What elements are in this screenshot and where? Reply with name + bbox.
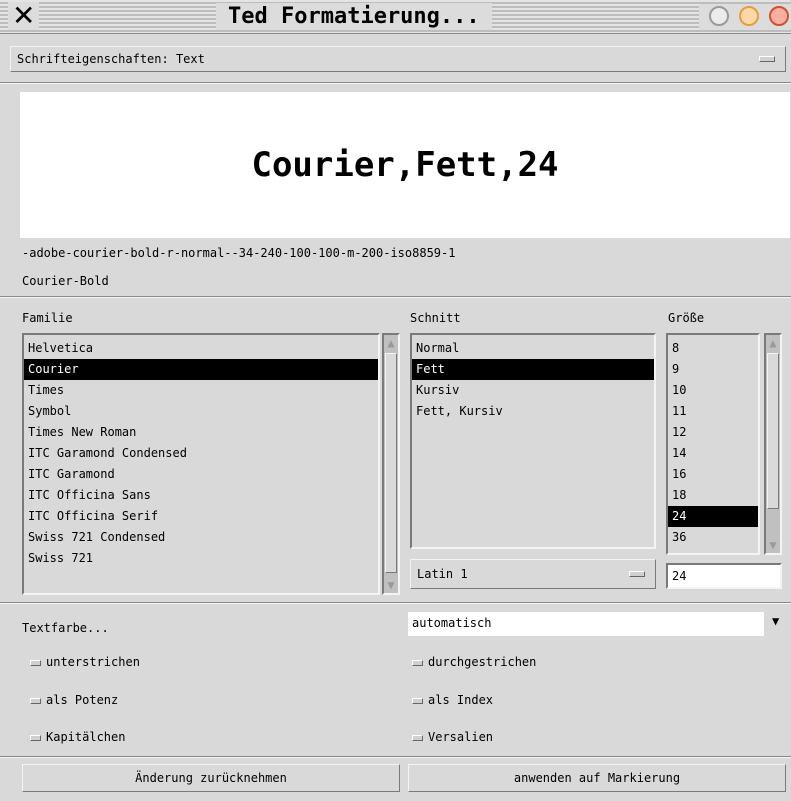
minimize-icon[interactable] (709, 6, 729, 26)
revert-button[interactable]: Änderung zurücknehmen (22, 764, 400, 792)
scroll-down-icon[interactable]: ▼ (766, 537, 780, 553)
size-list[interactable]: 8 9 10 11 12 14 16 18 24 36 (666, 333, 760, 555)
separator (0, 602, 791, 604)
close-icon[interactable] (769, 6, 789, 26)
separator (0, 756, 791, 758)
xlfd-name: -adobe-courier-bold-r-normal--34-240-100… (22, 246, 456, 260)
checkbox-label: als Potenz (46, 693, 119, 707)
checkbox-icon (30, 734, 41, 741)
checkbox-icon (30, 659, 41, 666)
size-list-item[interactable]: 9 (668, 359, 758, 380)
family-list-item[interactable]: Swiss 721 (24, 548, 378, 569)
size-list-item[interactable]: 16 (668, 464, 758, 485)
family-label: Familie (22, 311, 73, 325)
maximize-icon[interactable] (739, 6, 759, 26)
scrollbar-thumb[interactable] (767, 353, 779, 509)
size-entry[interactable]: 24 (666, 563, 782, 589)
checkbox-icon (412, 697, 423, 704)
checkbox-icon (30, 697, 41, 704)
checkbox-icon (412, 659, 423, 666)
scrollbar-thumb[interactable] (385, 353, 397, 573)
small-caps-checkbox[interactable]: Kapitälchen (30, 729, 125, 745)
family-list-item[interactable]: Times (24, 380, 378, 401)
size-list-item[interactable]: 24 (668, 506, 758, 527)
style-label: Schnitt (410, 311, 461, 325)
size-list-item[interactable]: 18 (668, 485, 758, 506)
option-menu-indicator-icon (629, 571, 645, 577)
style-list-item[interactable]: Fett (412, 359, 654, 380)
family-list-item[interactable]: Swiss 721 Condensed (24, 527, 378, 548)
text-color-button[interactable]: Textfarbe... (22, 621, 109, 635)
size-label: Größe (668, 311, 705, 325)
subscript-checkbox[interactable]: als Index (412, 692, 493, 708)
style-list[interactable]: Normal Fett Kursiv Fett, Kursiv (410, 333, 656, 549)
encoding-menu[interactable]: Latin 1 (410, 559, 656, 589)
font-properties-menu[interactable]: Schrifteigenschaften: Text (10, 46, 786, 72)
size-scrollbar[interactable]: ▲ ▼ (764, 333, 782, 555)
checkbox-label: Versalien (428, 730, 494, 744)
text-color-field[interactable]: automatisch (408, 612, 764, 636)
font-properties-menu-label: Schrifteigenschaften: Text (17, 52, 205, 66)
size-list-item[interactable]: 12 (668, 422, 758, 443)
size-list-item[interactable]: 8 (668, 338, 758, 359)
checkbox-icon (412, 734, 423, 741)
checkbox-label: Kapitälchen (46, 730, 126, 744)
checkbox-label: unterstrichen (46, 655, 140, 669)
style-items: Normal Fett Kursiv Fett, Kursiv (412, 335, 654, 422)
family-list-item[interactable]: ITC Officina Serif (24, 506, 378, 527)
checkbox-label: als Index (428, 693, 494, 707)
size-list-item[interactable]: 11 (668, 401, 758, 422)
separator (0, 296, 791, 298)
apply-button[interactable]: anwenden auf Markierung (408, 764, 786, 792)
underline-checkbox[interactable]: unterstrichen (30, 654, 140, 670)
family-items: Helvetica Courier Times Symbol Times New Rom… (24, 335, 378, 569)
family-list-item[interactable]: ITC Officina Sans (24, 485, 378, 506)
size-list-item[interactable]: 14 (668, 443, 758, 464)
title-bar[interactable]: ✕ Ted Formatierung... (0, 0, 791, 34)
family-list-item[interactable]: Symbol (24, 401, 378, 422)
text-color-value: automatisch (412, 616, 492, 630)
family-list-item[interactable]: ITC Garamond Condensed (24, 443, 378, 464)
encoding-menu-label: Latin 1 (417, 567, 468, 581)
size-list-item[interactable]: 36 (668, 527, 758, 548)
family-list[interactable]: Helvetica Courier Times Symbol Times New Rom… (22, 333, 380, 595)
family-list-item[interactable]: Helvetica (24, 338, 378, 359)
option-menu-indicator-icon (759, 56, 775, 62)
style-list-item[interactable]: Normal (412, 338, 654, 359)
window-title: Ted Formatierung... (216, 3, 492, 30)
strikethrough-checkbox[interactable]: durchgestrichen (412, 654, 536, 670)
separator (0, 82, 791, 84)
scroll-up-icon[interactable]: ▲ (384, 335, 398, 351)
preview-sample-text: Courier,Fett,24 (251, 145, 559, 185)
family-list-item[interactable]: ITC Garamond (24, 464, 378, 485)
scroll-up-icon[interactable]: ▲ (766, 335, 780, 351)
family-scrollbar[interactable]: ▲ ▼ (382, 333, 400, 595)
superscript-checkbox[interactable]: als Potenz (30, 692, 118, 708)
font-preview: Courier,Fett,24 (20, 92, 790, 238)
family-list-item[interactable]: Courier (24, 359, 378, 380)
scroll-down-icon[interactable]: ▼ (384, 577, 398, 593)
dropdown-arrow-icon[interactable]: ▼ (772, 614, 779, 628)
postscript-name: Courier-Bold (22, 274, 109, 288)
all-caps-checkbox[interactable]: Versalien (412, 729, 493, 745)
size-entry-value: 24 (672, 569, 687, 583)
x-logo-icon[interactable]: ✕ (8, 2, 40, 30)
size-list-item[interactable]: 10 (668, 380, 758, 401)
checkbox-label: durchgestrichen (428, 655, 537, 669)
style-list-item[interactable]: Kursiv (412, 380, 654, 401)
style-list-item[interactable]: Fett, Kursiv (412, 401, 654, 422)
window-controls (699, 4, 791, 30)
size-items: 8 9 10 11 12 14 16 18 24 36 (668, 335, 758, 548)
family-list-item[interactable]: Times New Roman (24, 422, 378, 443)
